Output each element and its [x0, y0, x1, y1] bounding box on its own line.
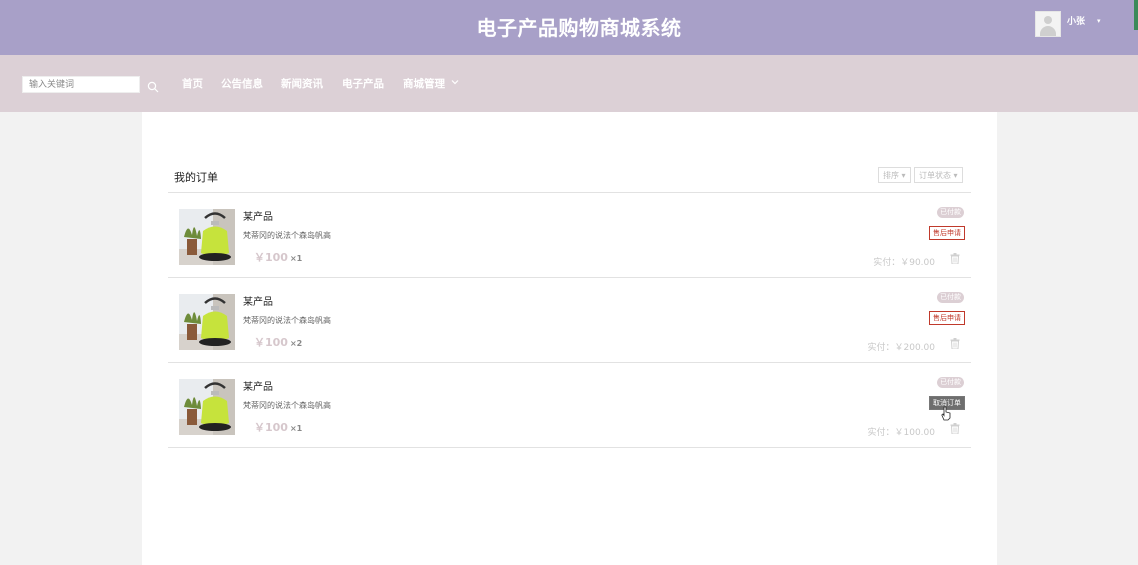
nav-electronics[interactable]: 电子产品: [342, 76, 384, 91]
price-value: ￥100: [254, 251, 288, 264]
quantity: ×2: [289, 339, 303, 348]
search-input[interactable]: [22, 76, 140, 93]
trash-icon[interactable]: [950, 338, 960, 349]
after-sales-button[interactable]: 售后申请: [929, 311, 965, 325]
user-name[interactable]: 小张: [1067, 14, 1085, 27]
user-caret-icon[interactable]: ▾: [1097, 17, 1101, 25]
product-price: ￥100 ×1: [254, 419, 302, 435]
nav-notices[interactable]: 公告信息: [221, 76, 263, 91]
product-price: ￥100 ×2: [254, 334, 302, 350]
navbar: 首页 公告信息 新闻资讯 电子产品 商城管理: [0, 55, 1138, 112]
status-badge: 已付款: [937, 207, 964, 218]
product-name[interactable]: 某产品: [243, 378, 273, 393]
order-status-dropdown[interactable]: 订单状态 ▾: [914, 167, 963, 183]
hand-cursor-icon: [941, 406, 951, 421]
window-edge: [1134, 0, 1138, 30]
after-sales-button[interactable]: 售后申请: [929, 226, 965, 240]
site-title: 电子产品购物商城系统: [476, 16, 682, 40]
chevron-down-icon: ▾: [953, 171, 958, 180]
product-description: 梵蒂冈的说法个森岛帆高: [243, 316, 331, 325]
paid-label: 实付：: [867, 343, 895, 353]
trash-icon[interactable]: [950, 423, 960, 434]
product-name[interactable]: 某产品: [243, 293, 273, 308]
paid-label: 实付：: [873, 258, 901, 268]
sort-label: 排序: [883, 171, 899, 180]
page-title: 我的订单: [174, 171, 218, 184]
order-row: 某产品 梵蒂冈的说法个森岛帆高 ￥100 ×1 已付款 售后申请 实付：￥90.0…: [168, 193, 971, 277]
user-menu[interactable]: 小张 ▾: [1035, 11, 1101, 37]
avatar-icon[interactable]: [1035, 11, 1061, 37]
chevron-down-icon[interactable]: [451, 78, 459, 86]
search-icon[interactable]: [147, 81, 159, 93]
paid-value: ￥90.00: [900, 258, 935, 268]
paid-amount: 实付：￥90.00: [873, 255, 935, 268]
sort-dropdown[interactable]: 排序 ▾: [878, 167, 911, 183]
nav-home[interactable]: 首页: [182, 76, 203, 91]
price-value: ￥100: [254, 421, 288, 434]
header-bar: 电子产品购物商城系统 小张 ▾: [0, 0, 1138, 55]
paid-value: ￥200.00: [894, 343, 936, 353]
quantity: ×1: [289, 424, 303, 433]
kettle-image[interactable]: [179, 209, 235, 265]
kettle-image[interactable]: [179, 379, 235, 435]
status-badge: 已付款: [937, 377, 964, 388]
nav-mall-management[interactable]: 商城管理: [403, 76, 445, 91]
order-row: 某产品 梵蒂冈的说法个森岛帆高 ￥100 ×2 已付款 售后申请 实付：￥200.…: [168, 278, 971, 362]
kettle-image[interactable]: [179, 294, 235, 350]
chevron-down-icon: ▾: [901, 171, 906, 180]
quantity: ×1: [289, 254, 303, 263]
nav-news[interactable]: 新闻资讯: [281, 76, 323, 91]
order-row: 某产品 梵蒂冈的说法个森岛帆高 ￥100 ×1 已付款 取消订单 实付：￥100.…: [168, 363, 971, 447]
divider: [168, 447, 971, 448]
product-name[interactable]: 某产品: [243, 208, 273, 223]
product-description: 梵蒂冈的说法个森岛帆高: [243, 231, 331, 240]
order-status-label: 订单状态: [919, 171, 951, 180]
product-price: ￥100 ×1: [254, 249, 302, 265]
paid-label: 实付：: [867, 428, 895, 438]
paid-value: ￥100.00: [894, 428, 936, 438]
paid-amount: 实付：￥200.00: [867, 340, 935, 353]
paid-amount: 实付：￥100.00: [867, 425, 935, 438]
trash-icon[interactable]: [950, 253, 960, 264]
price-value: ￥100: [254, 336, 288, 349]
status-badge: 已付款: [937, 292, 964, 303]
product-description: 梵蒂冈的说法个森岛帆高: [243, 401, 331, 410]
